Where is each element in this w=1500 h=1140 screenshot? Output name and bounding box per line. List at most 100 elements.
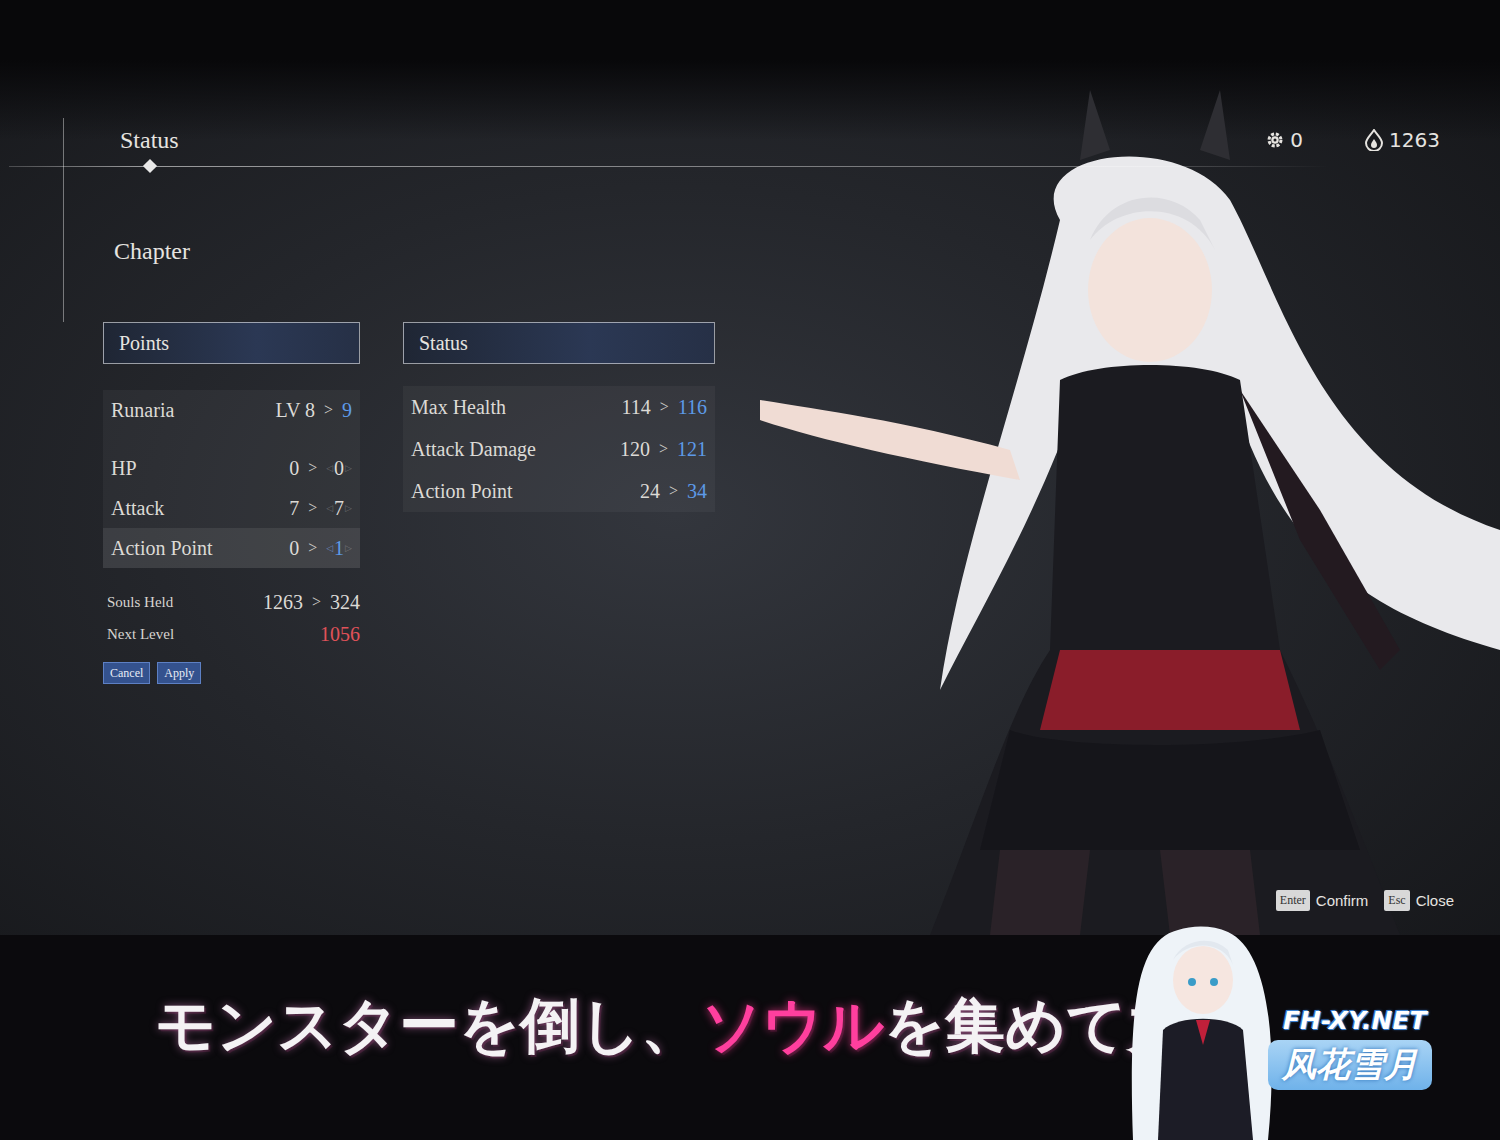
currency-item: 1263: [1365, 128, 1440, 152]
status-values: 24 >34: [640, 480, 707, 503]
status-label: Action Point: [411, 480, 513, 503]
point-next: 7: [334, 497, 344, 520]
point-row[interactable]: HP0>◁0▷: [103, 448, 360, 488]
souls-values: 1263 >324: [263, 591, 360, 614]
subtitle-segment: モンスターを倒し、: [155, 989, 701, 1061]
gear-icon: [1266, 131, 1284, 149]
key-cap: Esc: [1384, 890, 1409, 911]
point-label: Attack: [111, 497, 164, 520]
point-label: Action Point: [111, 537, 213, 560]
status-next: 116: [678, 396, 707, 419]
point-current: 0: [289, 457, 299, 480]
status-next: 121: [677, 438, 707, 461]
point-values: 0>◁0▷: [289, 457, 352, 480]
increment-button[interactable]: ▷: [345, 463, 352, 473]
decrement-button[interactable]: ◁: [326, 503, 333, 513]
point-current: 0: [289, 537, 299, 560]
arrow: >: [659, 440, 668, 458]
watermark: FH-XY.NET 风花雪月: [1118, 920, 1478, 1140]
key-hint[interactable]: Esc Close: [1384, 890, 1454, 911]
status-values: 120 >121: [620, 438, 707, 461]
arrow: >: [308, 459, 317, 477]
point-current: 7: [289, 497, 299, 520]
point-values: 0 > ◁1▷: [289, 537, 352, 560]
souls-label: Souls Held: [107, 594, 173, 611]
arrow: >: [308, 499, 317, 517]
soul-flame-icon: [1365, 129, 1383, 151]
arrow: >: [312, 593, 321, 611]
status-current: 114: [621, 396, 650, 419]
increment-button[interactable]: ▷: [345, 503, 352, 513]
currency-value: 1263: [1389, 128, 1440, 152]
souls-row: Souls Held 1263 >324: [103, 586, 360, 618]
currency-value: 0: [1290, 128, 1303, 152]
status-row: Attack Damage 120 >121: [403, 428, 715, 470]
currency-bar: 0 1263: [1266, 128, 1440, 152]
point-row[interactable]: Action Point 0 > ◁1▷: [103, 528, 360, 568]
subtitle-segment: ソウル: [701, 989, 884, 1061]
key-hint[interactable]: Enter Confirm: [1276, 890, 1369, 911]
next-level: 9: [342, 399, 352, 422]
status-current: 120: [620, 438, 650, 461]
watermark-name: 风花雪月: [1268, 1040, 1432, 1090]
status-label: Attack Damage: [411, 438, 536, 461]
action-button[interactable]: Cancel: [103, 662, 150, 684]
next-level-row: Next Level 1056: [103, 618, 360, 650]
point-stepper[interactable]: ◁0▷: [326, 457, 352, 480]
header-rule: [9, 166, 1329, 167]
point-next: 0: [334, 457, 344, 480]
status-panel: Status Max Health 114 >116 Attack Damage 120 >…: [403, 322, 715, 512]
panels-row: PointsRunariaLV 8>9HP0>◁0▷Attack7>◁7▷Act…: [0, 322, 1500, 684]
hint-label: Close: [1416, 892, 1454, 909]
arrow: >: [324, 401, 333, 419]
status-next: 34: [687, 480, 707, 503]
level-values: LV 8 >9: [276, 399, 353, 422]
increment-button[interactable]: ▷: [345, 543, 352, 553]
points-rows: RunariaLV 8>9HP0>◁0▷Attack7>◁7▷Action Po…: [103, 390, 360, 568]
panel-header: Points: [103, 322, 360, 364]
decrement-button[interactable]: ◁: [326, 463, 333, 473]
game-screen: Status 0 1263 Chapter Points Runaria LV 8 >9 HP 0…: [0, 0, 1500, 1140]
point-label: HP: [111, 457, 137, 480]
arrow: >: [660, 398, 669, 416]
point-values: 7>◁7▷: [289, 497, 352, 520]
header-bar: Status 0 1263: [64, 118, 1500, 162]
watermark-url: FH-XY.NET: [1283, 1006, 1427, 1035]
points-panel: PointsRunariaLV 8>9HP0>◁0▷Attack7>◁7▷Act…: [103, 322, 360, 684]
status-screen: Status 0 1263 Chapter Points Runaria LV 8 >9 HP 0…: [0, 0, 1500, 935]
decrement-button[interactable]: ◁: [326, 543, 333, 553]
button-row: Cancel Apply: [103, 662, 360, 684]
currency-item: 0: [1266, 128, 1303, 152]
level-row: Runaria LV 8 >9: [103, 390, 360, 430]
souls-current: 1263: [263, 591, 303, 614]
arrow: >: [308, 539, 317, 557]
current-level: LV 8: [276, 399, 315, 422]
character-name: Runaria: [111, 399, 174, 422]
point-stepper[interactable]: ◁7▷: [326, 497, 352, 520]
point-stepper[interactable]: ◁1▷: [326, 537, 352, 560]
point-row[interactable]: Attack7>◁7▷: [103, 488, 360, 528]
key-hints: Enter Confirm Esc Close: [1276, 890, 1454, 911]
panel-header: Status: [403, 322, 715, 364]
point-next: 1: [334, 537, 344, 560]
status-label: Max Health: [411, 396, 506, 419]
status-row: Action Point 24 >34: [403, 470, 715, 512]
next-level-cost: 1056: [320, 623, 360, 646]
status-current: 24: [640, 480, 660, 503]
status-rows: Max Health 114 >116 Attack Damage 120 >121 Act…: [403, 386, 715, 512]
status-row: Max Health 114 >116: [403, 386, 715, 428]
souls-next: 324: [330, 591, 360, 614]
status-values: 114 >116: [621, 396, 707, 419]
header-diamond: [143, 159, 157, 173]
subtitle-strip: モンスターを倒し、ソウルを集めて力FH-XY.NET风花雪月: [0, 935, 1500, 1140]
hint-label: Confirm: [1316, 892, 1369, 909]
screen-title: Status: [120, 127, 179, 154]
watermark-mascot-icon: [1118, 920, 1288, 1140]
action-button[interactable]: Apply: [157, 662, 201, 684]
character-illustration: [760, 90, 1500, 935]
next-level-label: Next Level: [107, 626, 174, 643]
key-cap: Enter: [1276, 890, 1310, 911]
header-frame: Status 0 1263 Chapter: [63, 118, 1500, 322]
chapter-label: Chapter: [64, 238, 1500, 265]
arrow: >: [669, 482, 678, 500]
